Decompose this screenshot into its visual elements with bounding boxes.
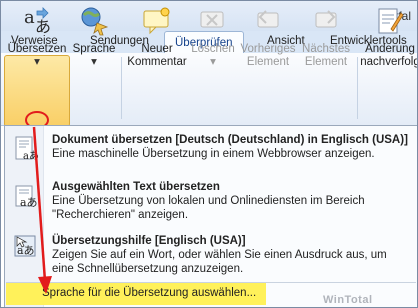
language-button[interactable]: Sprache ▾	[71, 5, 117, 69]
track-changes-button[interactable]: Änderung nachverfolg	[360, 5, 418, 69]
menu-item-choose-language[interactable]: Sprache für die Übersetzung auswählen...	[6, 283, 266, 305]
language-dropdown-arrow: ▾	[91, 56, 97, 68]
new-comment-button[interactable]: Neuer Kommentar	[125, 5, 189, 69]
next-line2: Element	[304, 56, 348, 68]
svg-text:aあ: aあ	[17, 244, 35, 257]
watermark: WinTotal	[323, 294, 373, 306]
track-changes-icon	[378, 8, 404, 34]
ribbon-separator	[121, 57, 122, 119]
menu-item-title: Dokument übersetzen [Deutsch (Deutschlan…	[52, 134, 408, 146]
new-comment-icon	[143, 7, 170, 35]
previous-line2: Element	[246, 56, 290, 68]
choose-language-label: Sprache für die Übersetzung auswählen...	[42, 287, 257, 299]
translate-icon: a あ	[24, 7, 51, 36]
menu-item-desc-line2: eine Schnellübersetzung anzuzeigen.	[52, 263, 244, 275]
delete-comment-button[interactable]: Löschen ▾	[190, 5, 236, 69]
next-comment-button[interactable]: Nächstes Element	[299, 5, 353, 69]
menu-item-title: Übersetzungshilfe [Englisch (USA)]	[52, 235, 246, 247]
ribbon-separator	[357, 57, 358, 119]
menu-item-desc-line2: "Recherchieren" anzeigen.	[52, 209, 189, 221]
new-comment-line1: Neuer	[141, 43, 173, 55]
delete-dropdown-arrow: ▾	[210, 56, 216, 68]
translate-selection-icon: aあ	[15, 185, 38, 209]
svg-text:aあ: aあ	[23, 150, 38, 162]
word-window: Notfal Verweise Sendungen Überprüfen Ans…	[0, 0, 418, 308]
svg-text:aあ: aあ	[20, 196, 38, 209]
delete-label: Löschen	[191, 43, 235, 55]
mini-translator-icon: aあ	[14, 235, 36, 257]
menu-item-desc-line1: Zeigen Sie auf ein Wort, oder wählen Sie…	[52, 249, 387, 261]
next-line1: Nächstes	[302, 43, 350, 55]
translate-dropdown-menu: aあ Dokument übersetzen [Deutsch (Deutsch…	[4, 125, 417, 307]
menu-item-desc-line1: Eine Übersetzung von lokalen und Onlined…	[52, 195, 365, 207]
language-icon	[81, 7, 109, 36]
menu-item-mini-translator[interactable]: Übersetzungshilfe [Englisch (USA)] Zeige…	[52, 234, 387, 276]
translate-button-content: a あ Übersetzen ▾	[4, 5, 70, 69]
menu-item-title: Ausgewählten Text übersetzen	[52, 181, 220, 193]
previous-line1: Vorheriges	[240, 43, 296, 55]
svg-text:あ: あ	[35, 17, 51, 36]
previous-comment-icon	[257, 10, 279, 28]
menu-item-translate-document[interactable]: Dokument übersetzen [Deutsch (Deutschlan…	[52, 133, 408, 161]
track-line2: nachverfolg	[360, 56, 418, 68]
next-comment-icon	[315, 10, 337, 28]
language-label: Sprache	[72, 43, 116, 55]
translate-document-icon: aあ	[15, 136, 38, 162]
translate-label: Übersetzen	[7, 43, 67, 55]
track-line1: Änderung	[365, 43, 415, 55]
delete-comment-icon	[200, 11, 224, 28]
svg-text:a: a	[24, 7, 35, 28]
previous-comment-button[interactable]: Vorheriges Element	[238, 5, 298, 69]
new-comment-line2: Kommentar	[127, 56, 187, 68]
menu-item-desc: Eine maschinelle Übersetzung in einem We…	[52, 148, 375, 160]
menu-item-translate-selection[interactable]: Ausgewählten Text übersetzen Eine Überse…	[52, 180, 365, 222]
translate-dropdown-arrow[interactable]: ▾	[4, 56, 70, 69]
